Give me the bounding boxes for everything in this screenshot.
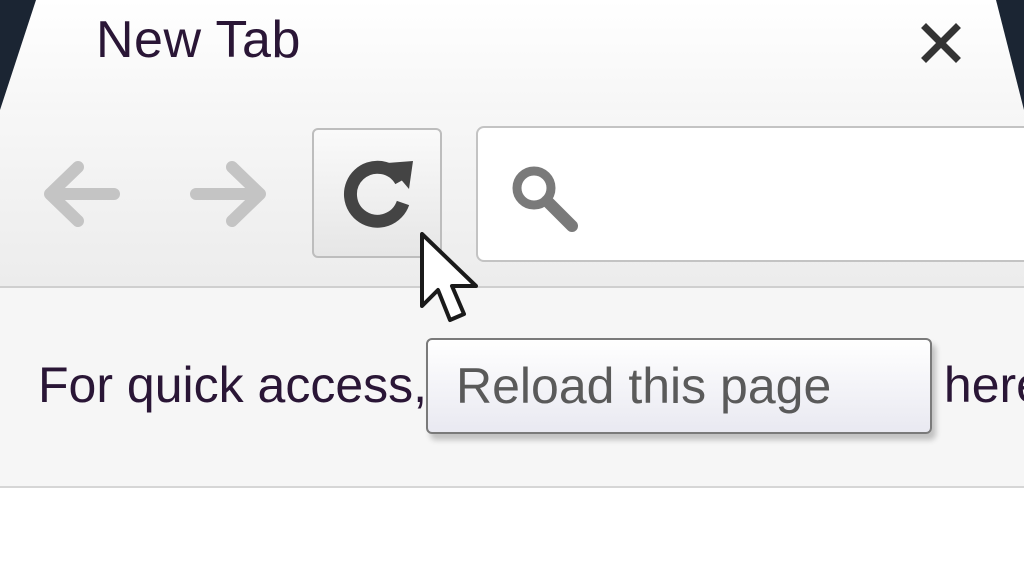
tab-title: New Tab	[96, 11, 301, 69]
close-icon[interactable]	[916, 18, 966, 68]
omnibox-input[interactable]	[588, 158, 1024, 230]
reload-tooltip: Reload this page	[426, 338, 932, 434]
reload-icon	[344, 160, 413, 228]
mouse-cursor-icon	[420, 232, 478, 322]
omnibox[interactable]	[476, 126, 1024, 262]
tab-new-tab[interactable]: New Tab	[0, 0, 1024, 110]
browser-window: New Tab For quick access, place your bo	[0, 0, 1024, 576]
forward-button[interactable]	[188, 152, 272, 236]
page-content	[0, 488, 1024, 576]
search-icon	[512, 166, 578, 232]
forward-arrow-icon	[190, 161, 266, 227]
tooltip-text: Reload this page	[456, 358, 832, 414]
back-button[interactable]	[38, 152, 122, 236]
back-arrow-icon	[44, 161, 120, 227]
